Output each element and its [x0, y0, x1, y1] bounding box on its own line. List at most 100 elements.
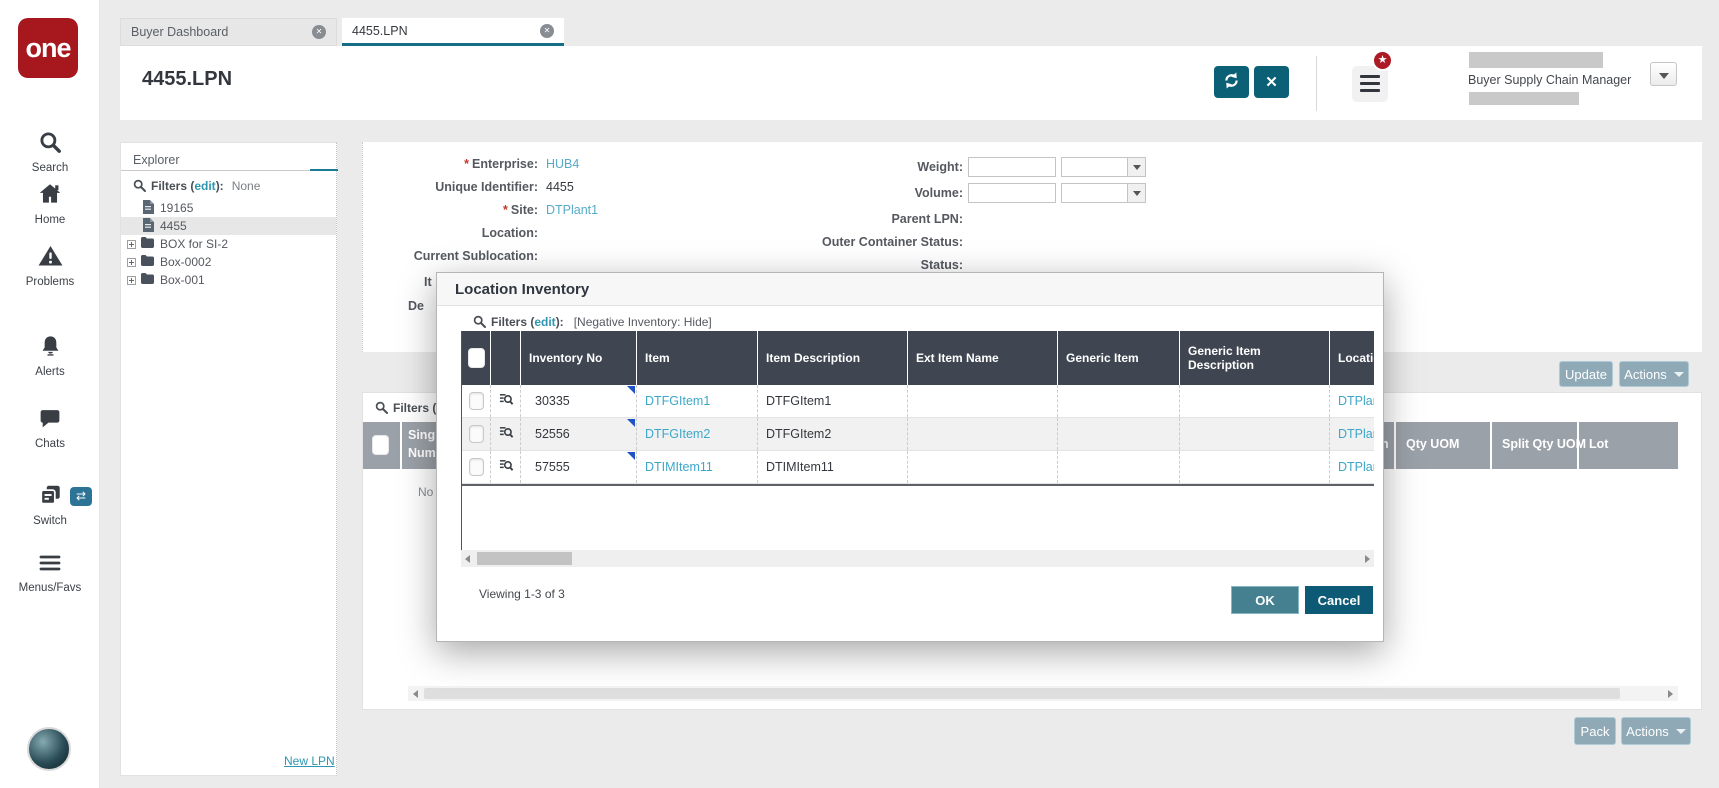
scrollbar-thumb[interactable] [424, 688, 1620, 699]
pack-button[interactable]: Pack [1574, 717, 1616, 745]
ok-button[interactable]: OK [1231, 586, 1299, 614]
detail-magnifier-icon[interactable] [499, 458, 514, 476]
cell-location-link[interactable]: DTPlant1 [1338, 427, 1374, 441]
cell-generic-item-description [1179, 418, 1329, 450]
table-row[interactable]: 52556 DTFGItem2 DTFGItem2 DTPlant1 [462, 418, 1374, 451]
scroll-right-icon[interactable] [1668, 690, 1673, 698]
actions-button-bottom[interactable]: Actions [1621, 717, 1691, 745]
row-checkbox[interactable] [469, 425, 484, 443]
site-value-link[interactable]: DTPlant1 [546, 203, 598, 217]
tree-node-4455-selected[interactable]: 4455 [121, 217, 336, 235]
cell-location-link[interactable]: DTPlant1 [1338, 394, 1374, 408]
refresh-button[interactable] [1214, 66, 1249, 98]
favorites-menu-button[interactable] [1352, 66, 1388, 102]
row-checkbox[interactable] [469, 458, 484, 476]
enterprise-value-link[interactable]: HUB4 [546, 157, 579, 171]
table-row[interactable]: 30335 DTFGItem1 DTFGItem1 DTPlant1 [462, 385, 1374, 418]
cell-corner-flag-icon [627, 386, 635, 394]
explorer-filters-edit-link[interactable]: edit [194, 179, 215, 193]
status-label: Status: [763, 258, 963, 272]
tab-4455-lpn[interactable]: 4455.LPN [342, 18, 564, 46]
modal-title: Location Inventory [455, 281, 589, 298]
tree-node-19165[interactable]: 19165 [121, 199, 336, 217]
horizontal-scrollbar[interactable] [408, 686, 1678, 701]
viewing-status: Viewing 1-3 of 3 [479, 587, 565, 601]
tree-expand-icon[interactable] [127, 276, 136, 285]
scroll-right-icon[interactable] [1365, 555, 1370, 563]
one-logo[interactable]: one [18, 18, 78, 78]
switch-shortcut-badge[interactable]: ⇄ [70, 487, 92, 506]
warning-triangle-icon [37, 256, 64, 273]
new-lpn-link[interactable]: New LPN [284, 754, 335, 768]
table-row[interactable]: 57555 DTIMItem11 DTIMItem11 DTPlant1 [462, 451, 1374, 484]
sidebar-item-alerts[interactable]: Alerts [0, 333, 100, 378]
cell-item-description: DTIMItem11 [757, 451, 907, 483]
col-location: Location [1329, 331, 1374, 385]
sidebar-label-alerts: Alerts [0, 366, 100, 378]
tab-close-icon[interactable] [312, 25, 326, 39]
sidebar-item-home[interactable]: Home [0, 181, 100, 226]
cancel-button[interactable]: Cancel [1305, 586, 1373, 614]
sidebar-item-menus-favs[interactable]: Menus/Favs [0, 551, 100, 594]
dropdown-arrow-icon [1127, 184, 1145, 202]
sidebar-item-search[interactable]: Search [0, 129, 100, 174]
cell-location-link[interactable]: DTPlant1 [1338, 460, 1374, 474]
col-inventory-no: Inventory No [520, 331, 636, 385]
explorer-tree: 19165 4455 BOX for SI-2 Box-0002 Box-001 [121, 199, 336, 289]
header-divider [1316, 56, 1317, 111]
sidebar-label-chats: Chats [0, 438, 100, 450]
refresh-icon [1222, 71, 1241, 93]
cell-inventory-no: 57555 [520, 451, 636, 483]
user-avatar[interactable] [27, 727, 71, 771]
modal-filters-edit-link[interactable]: edit [534, 315, 555, 329]
sidebar-label-home: Home [0, 214, 100, 226]
cell-item-link[interactable]: DTFGItem2 [645, 427, 710, 441]
tree-node-box-for-si2[interactable]: BOX for SI-2 [121, 235, 336, 253]
close-icon: ✕ [1265, 73, 1278, 91]
sidebar-item-chats[interactable]: Chats [0, 406, 100, 450]
parent-lpn-label: Parent LPN: [763, 212, 963, 226]
update-button[interactable]: Update [1559, 361, 1613, 387]
user-menu-dropdown[interactable] [1650, 62, 1677, 86]
scroll-left-icon[interactable] [413, 690, 418, 698]
col-item-description: Item Description [757, 331, 907, 385]
tab-close-icon[interactable] [540, 24, 554, 38]
tab-buyer-dashboard-label: Buyer Dashboard [131, 25, 312, 39]
row-checkbox[interactable] [469, 392, 484, 410]
sidebar-item-problems[interactable]: Problems [0, 243, 100, 288]
select-all-checkbox[interactable] [468, 348, 485, 368]
tree-expand-icon[interactable] [127, 258, 136, 267]
volume-input[interactable] [968, 183, 1056, 203]
cell-item-link[interactable]: DTIMItem11 [645, 460, 713, 474]
menu-lines-icon [1360, 75, 1380, 78]
modal-filters-value: [Negative Inventory: Hide] [574, 315, 712, 329]
col-generic-item: Generic Item [1057, 331, 1179, 385]
close-page-button[interactable]: ✕ [1254, 66, 1289, 98]
volume-uom-select[interactable] [1061, 183, 1146, 203]
tree-node-label: BOX for SI-2 [160, 237, 228, 251]
tab-buyer-dashboard[interactable]: Buyer Dashboard [120, 18, 337, 46]
weight-uom-select[interactable] [1061, 157, 1146, 177]
page-title: 4455.LPN [142, 68, 232, 91]
scroll-left-icon[interactable] [465, 555, 470, 563]
star-badge-icon [1372, 50, 1393, 71]
scrollbar-thumb[interactable] [477, 552, 572, 565]
tree-expand-icon[interactable] [127, 240, 136, 249]
sidebar-label-problems: Problems [0, 276, 100, 288]
tree-node-box-001[interactable]: Box-001 [121, 271, 336, 289]
site-label: *Site: [363, 203, 538, 217]
weight-input[interactable] [968, 157, 1056, 177]
one-logo-text: one [25, 33, 70, 64]
actions-button-top[interactable]: Actions [1619, 361, 1689, 387]
explorer-filters: Filters (edit):None [133, 179, 260, 195]
detail-magnifier-icon[interactable] [499, 425, 514, 443]
modal-horizontal-scrollbar[interactable] [461, 550, 1374, 567]
folder-icon [141, 237, 160, 251]
cell-item-link[interactable]: DTFGItem1 [645, 394, 710, 408]
tree-node-box-0002[interactable]: Box-0002 [121, 253, 336, 271]
unique-identifier-label: Unique Identifier: [363, 180, 538, 194]
select-all-checkbox[interactable] [372, 435, 389, 455]
outer-container-status-label: Outer Container Status: [763, 235, 963, 249]
switch-cards-icon [37, 495, 64, 512]
detail-magnifier-icon[interactable] [499, 392, 514, 410]
